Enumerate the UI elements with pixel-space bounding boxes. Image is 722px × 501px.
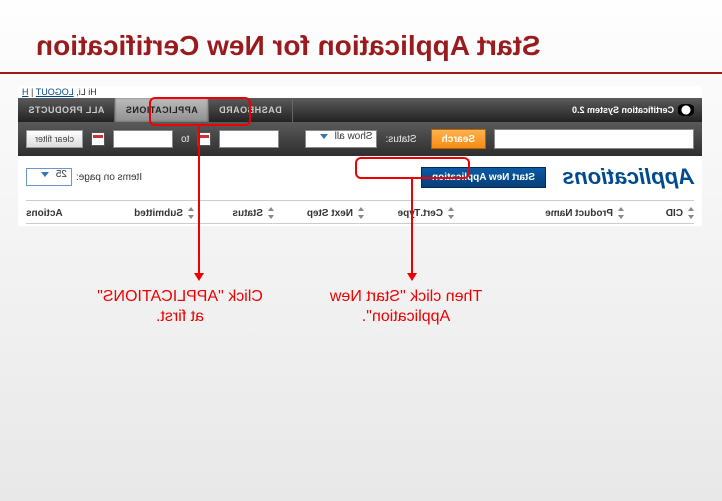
col-cert-type-label: Cert.Type	[398, 208, 443, 219]
col-next-step-label: Next Step	[307, 208, 353, 219]
sort-icon	[356, 207, 364, 219]
calendar-icon[interactable]	[91, 132, 105, 146]
callout-box-applications-tab	[149, 97, 251, 126]
slide-root: Start Application for New Certification …	[0, 0, 722, 501]
page-title: Applications	[562, 164, 694, 190]
col-submitted-label: Submitted	[134, 208, 183, 219]
status-select-value: Show all	[335, 131, 373, 142]
arrow-down-icon	[194, 273, 204, 281]
items-on-page: Items on page: 25	[26, 168, 142, 186]
slide-title: Start Application for New Certification	[36, 30, 541, 62]
sort-icon	[266, 207, 274, 219]
chevron-down-icon	[41, 172, 49, 177]
logout-link[interactable]: LOGOUT	[36, 87, 74, 97]
status-select[interactable]: Show all	[305, 130, 378, 148]
items-on-page-value: 25	[56, 169, 67, 180]
sort-icon	[186, 207, 194, 219]
col-status[interactable]: Status	[194, 207, 274, 219]
search-bar: Search Status: Show all to clear filter	[18, 122, 702, 156]
app-screenshot: Hi Li, LOGOUT | H Certification System 2…	[18, 86, 702, 226]
help-link[interactable]: H	[22, 87, 29, 97]
brand-text: Certification System 2.0	[572, 105, 674, 115]
col-actions: Actions	[26, 208, 104, 219]
nav-spacer	[293, 98, 564, 122]
col-product-name-label: Product Name	[545, 208, 613, 219]
date-to-input[interactable]	[113, 130, 173, 148]
sort-icon	[616, 207, 624, 219]
tab-all-products[interactable]: ALL PRODUCTS	[18, 98, 115, 122]
col-cert-type[interactable]: Cert.Type	[364, 207, 454, 219]
col-status-label: Status	[232, 208, 263, 219]
title-underline	[0, 72, 722, 74]
chevron-down-icon	[320, 134, 328, 139]
topbar: Hi Li, LOGOUT | H	[18, 86, 702, 98]
sort-icon	[686, 207, 694, 219]
wifi-logo-icon	[678, 104, 694, 116]
col-submitted[interactable]: Submitted	[104, 207, 194, 219]
date-from-input[interactable]	[219, 130, 279, 148]
arrow-down-icon	[407, 273, 417, 281]
col-cid[interactable]: CID	[624, 207, 694, 219]
col-cid-label: CID	[666, 208, 683, 219]
greeting-text: Hi Li,	[76, 87, 97, 97]
status-label: Status:	[386, 134, 417, 145]
col-product-name[interactable]: Product Name	[454, 207, 624, 219]
search-button[interactable]: Search	[431, 129, 486, 149]
navbar: Certification System 2.0 DASHBOARD APPLI…	[18, 98, 702, 122]
to-label: to	[181, 134, 189, 145]
topbar-right: Hi Li, LOGOUT | H	[22, 87, 97, 97]
table-header-row: CID Product Name Cert.Type Next Step Sta…	[26, 200, 694, 224]
search-input[interactable]	[494, 129, 694, 149]
callout-text-start-new: Then click "Start New Application".	[306, 287, 506, 327]
divider: |	[29, 87, 34, 97]
callout-arrow-line	[199, 126, 201, 274]
callout-arrow-line	[412, 179, 414, 274]
col-actions-label: Actions	[26, 208, 63, 219]
callout-text-applications: Click "APPLICATIONS" at first.	[90, 287, 270, 327]
sort-icon	[446, 207, 454, 219]
items-on-page-select[interactable]: 25	[26, 168, 72, 186]
clear-filter-button[interactable]: clear filter	[26, 130, 83, 148]
items-on-page-label: Items on page:	[76, 172, 142, 183]
callout-box-start-new	[355, 157, 470, 179]
brand: Certification System 2.0	[564, 98, 702, 122]
col-next-step[interactable]: Next Step	[274, 207, 364, 219]
